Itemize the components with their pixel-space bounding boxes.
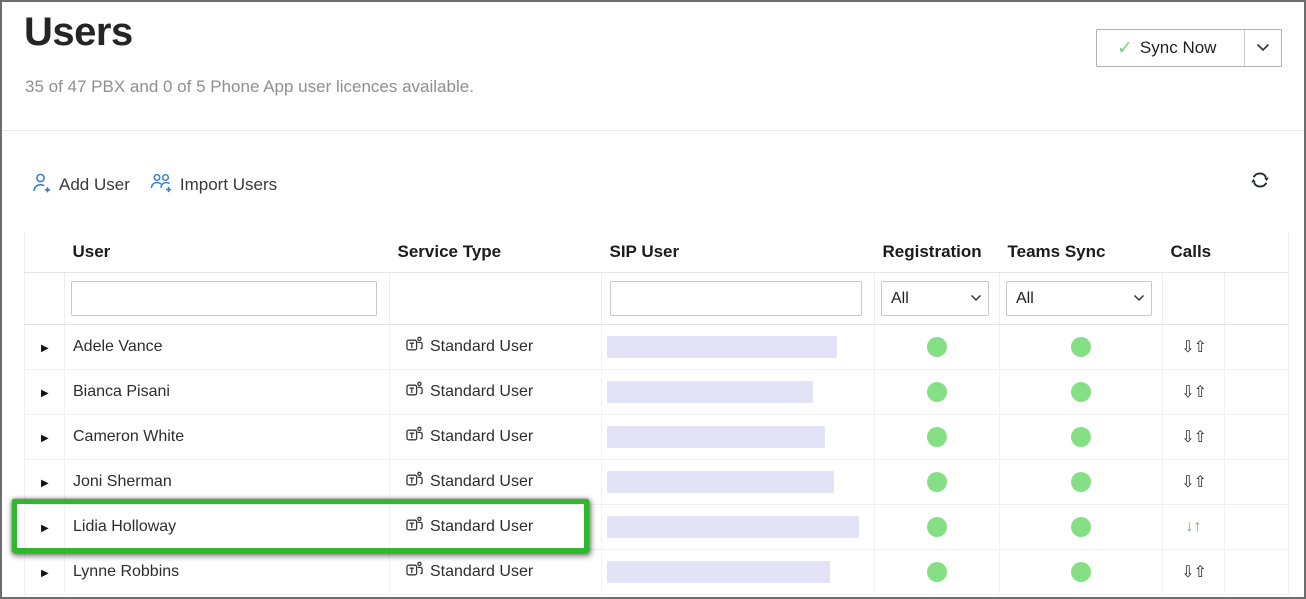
teams-sync-status-dot xyxy=(1071,337,1091,357)
calls-cell: ⇩⇧ xyxy=(1163,414,1225,459)
expand-row-button[interactable]: ▶ xyxy=(25,343,49,354)
calls-cell: ⇩⇧ xyxy=(1163,549,1225,594)
import-users-button[interactable]: Import Users xyxy=(150,172,277,199)
header-user: User xyxy=(65,232,390,272)
expand-row-button[interactable]: ▶ xyxy=(25,523,49,534)
calls-down-icon: ⇩ xyxy=(1181,564,1193,581)
service-type-label: Standard User xyxy=(430,428,533,446)
check-icon: ✓ xyxy=(1117,37,1133,60)
teams-sync-status-dot xyxy=(1071,382,1091,402)
table-row[interactable]: ▶ Cameron White Standard User xyxy=(25,414,1289,459)
service-type-label: Standard User xyxy=(430,563,533,581)
refresh-icon xyxy=(1249,169,1271,196)
registration-status-dot xyxy=(927,337,947,357)
service-type-label: Standard User xyxy=(430,383,533,401)
teams-logo-icon xyxy=(406,561,423,583)
sip-redacted-bar xyxy=(607,336,837,358)
registration-filter-select[interactable]: All xyxy=(881,281,989,316)
user-name: Lynne Robbins xyxy=(65,549,390,594)
teams-sync-status-dot xyxy=(1071,562,1091,582)
registration-status-dot xyxy=(927,472,947,492)
teams-sync-status-dot xyxy=(1071,427,1091,447)
import-users-label: Import Users xyxy=(180,175,277,195)
calls-down-icon: ↓ xyxy=(1186,518,1194,535)
teams-logo-icon xyxy=(406,516,423,538)
teams-logo-icon xyxy=(406,336,423,358)
table-row[interactable]: ▶ Joni Sherman Standard User xyxy=(25,459,1289,504)
service-type-label: Standard User xyxy=(430,473,533,491)
sip-redacted-bar xyxy=(607,471,834,493)
calls-down-icon: ⇩ xyxy=(1181,339,1193,356)
teams-logo-icon xyxy=(406,426,423,448)
import-users-icon xyxy=(150,172,174,199)
table-row[interactable]: ▶ Lidia Holloway Standard User xyxy=(25,504,1289,549)
refresh-button[interactable] xyxy=(1248,170,1272,194)
header-calls: Calls xyxy=(1163,232,1225,272)
table-row[interactable]: ▶ Lynne Robbins Standard User xyxy=(25,549,1289,594)
header-spacer xyxy=(1225,232,1289,272)
sip-redacted-bar xyxy=(607,561,830,583)
user-name: Joni Sherman xyxy=(65,459,390,504)
expand-row-button[interactable]: ▶ xyxy=(25,478,49,489)
teams-sync-filter-select[interactable]: All xyxy=(1006,281,1152,316)
calls-down-icon: ⇩ xyxy=(1181,474,1193,491)
header-teams-sync: Teams Sync xyxy=(1000,232,1163,272)
add-user-icon xyxy=(32,172,53,199)
header-service-type: Service Type xyxy=(390,232,602,272)
user-filter-input[interactable] xyxy=(71,281,377,316)
calls-cell: ⇩⇧ xyxy=(1163,459,1225,504)
sip-redacted-bar xyxy=(607,426,825,448)
teams-logo-icon xyxy=(406,471,423,493)
service-type-label: Standard User xyxy=(430,518,533,536)
calls-up-icon: ⇧ xyxy=(1194,339,1206,356)
expand-row-button[interactable]: ▶ xyxy=(25,388,49,399)
calls-up-icon: ⇧ xyxy=(1194,474,1206,491)
table-toolbar: Add User Import Users xyxy=(32,170,277,200)
header-divider xyxy=(2,130,1304,131)
registration-status-dot xyxy=(927,562,947,582)
teams-sync-status-dot xyxy=(1071,517,1091,537)
add-user-label: Add User xyxy=(59,175,130,195)
calls-up-icon: ⇧ xyxy=(1194,564,1206,581)
expand-row-button[interactable]: ▶ xyxy=(25,568,49,579)
calls-down-icon: ⇩ xyxy=(1181,384,1193,401)
sip-user-filter-input[interactable] xyxy=(610,281,862,316)
user-name: Adele Vance xyxy=(65,324,390,369)
header-registration: Registration xyxy=(875,232,1000,272)
teams-sync-status-dot xyxy=(1071,472,1091,492)
table-row[interactable]: ▶ Adele Vance Standard User xyxy=(25,324,1289,369)
users-page: Users 35 of 47 PBX and 0 of 5 Phone App … xyxy=(0,0,1306,599)
add-user-button[interactable]: Add User xyxy=(32,172,130,199)
calls-cell: ↓↑ xyxy=(1163,504,1225,549)
calls-up-icon: ⇧ xyxy=(1194,429,1206,446)
user-name: Lidia Holloway xyxy=(65,504,390,549)
service-type-label: Standard User xyxy=(430,338,533,356)
sync-now-button[interactable]: ✓ Sync Now xyxy=(1096,29,1282,67)
sip-redacted-bar xyxy=(607,516,859,538)
sync-now-dropdown-toggle[interactable] xyxy=(1244,30,1281,66)
chevron-down-icon xyxy=(1256,39,1270,57)
table-row[interactable]: ▶ Bianca Pisani Standard User xyxy=(25,369,1289,414)
teams-logo-icon xyxy=(406,381,423,403)
calls-up-icon: ⇧ xyxy=(1194,384,1206,401)
header-sip-user: SIP User xyxy=(602,232,875,272)
calls-down-icon: ⇩ xyxy=(1181,429,1193,446)
sip-redacted-bar xyxy=(607,381,813,403)
calls-up-icon: ↑ xyxy=(1194,518,1202,535)
registration-status-dot xyxy=(927,427,947,447)
calls-cell: ⇩⇧ xyxy=(1163,324,1225,369)
user-name: Bianca Pisani xyxy=(65,369,390,414)
table-header-row: User Service Type SIP User Registration … xyxy=(25,232,1289,272)
sync-now-label: Sync Now xyxy=(1140,38,1217,58)
registration-status-dot xyxy=(927,517,947,537)
expand-row-button[interactable]: ▶ xyxy=(25,433,49,444)
page-title: Users xyxy=(24,10,133,55)
registration-status-dot xyxy=(927,382,947,402)
filter-row: All All xyxy=(25,272,1289,324)
calls-cell: ⇩⇧ xyxy=(1163,369,1225,414)
header-expander xyxy=(25,232,65,272)
user-name: Cameron White xyxy=(65,414,390,459)
users-table: User Service Type SIP User Registration … xyxy=(24,232,1289,595)
licence-summary: 35 of 47 PBX and 0 of 5 Phone App user l… xyxy=(25,77,474,97)
